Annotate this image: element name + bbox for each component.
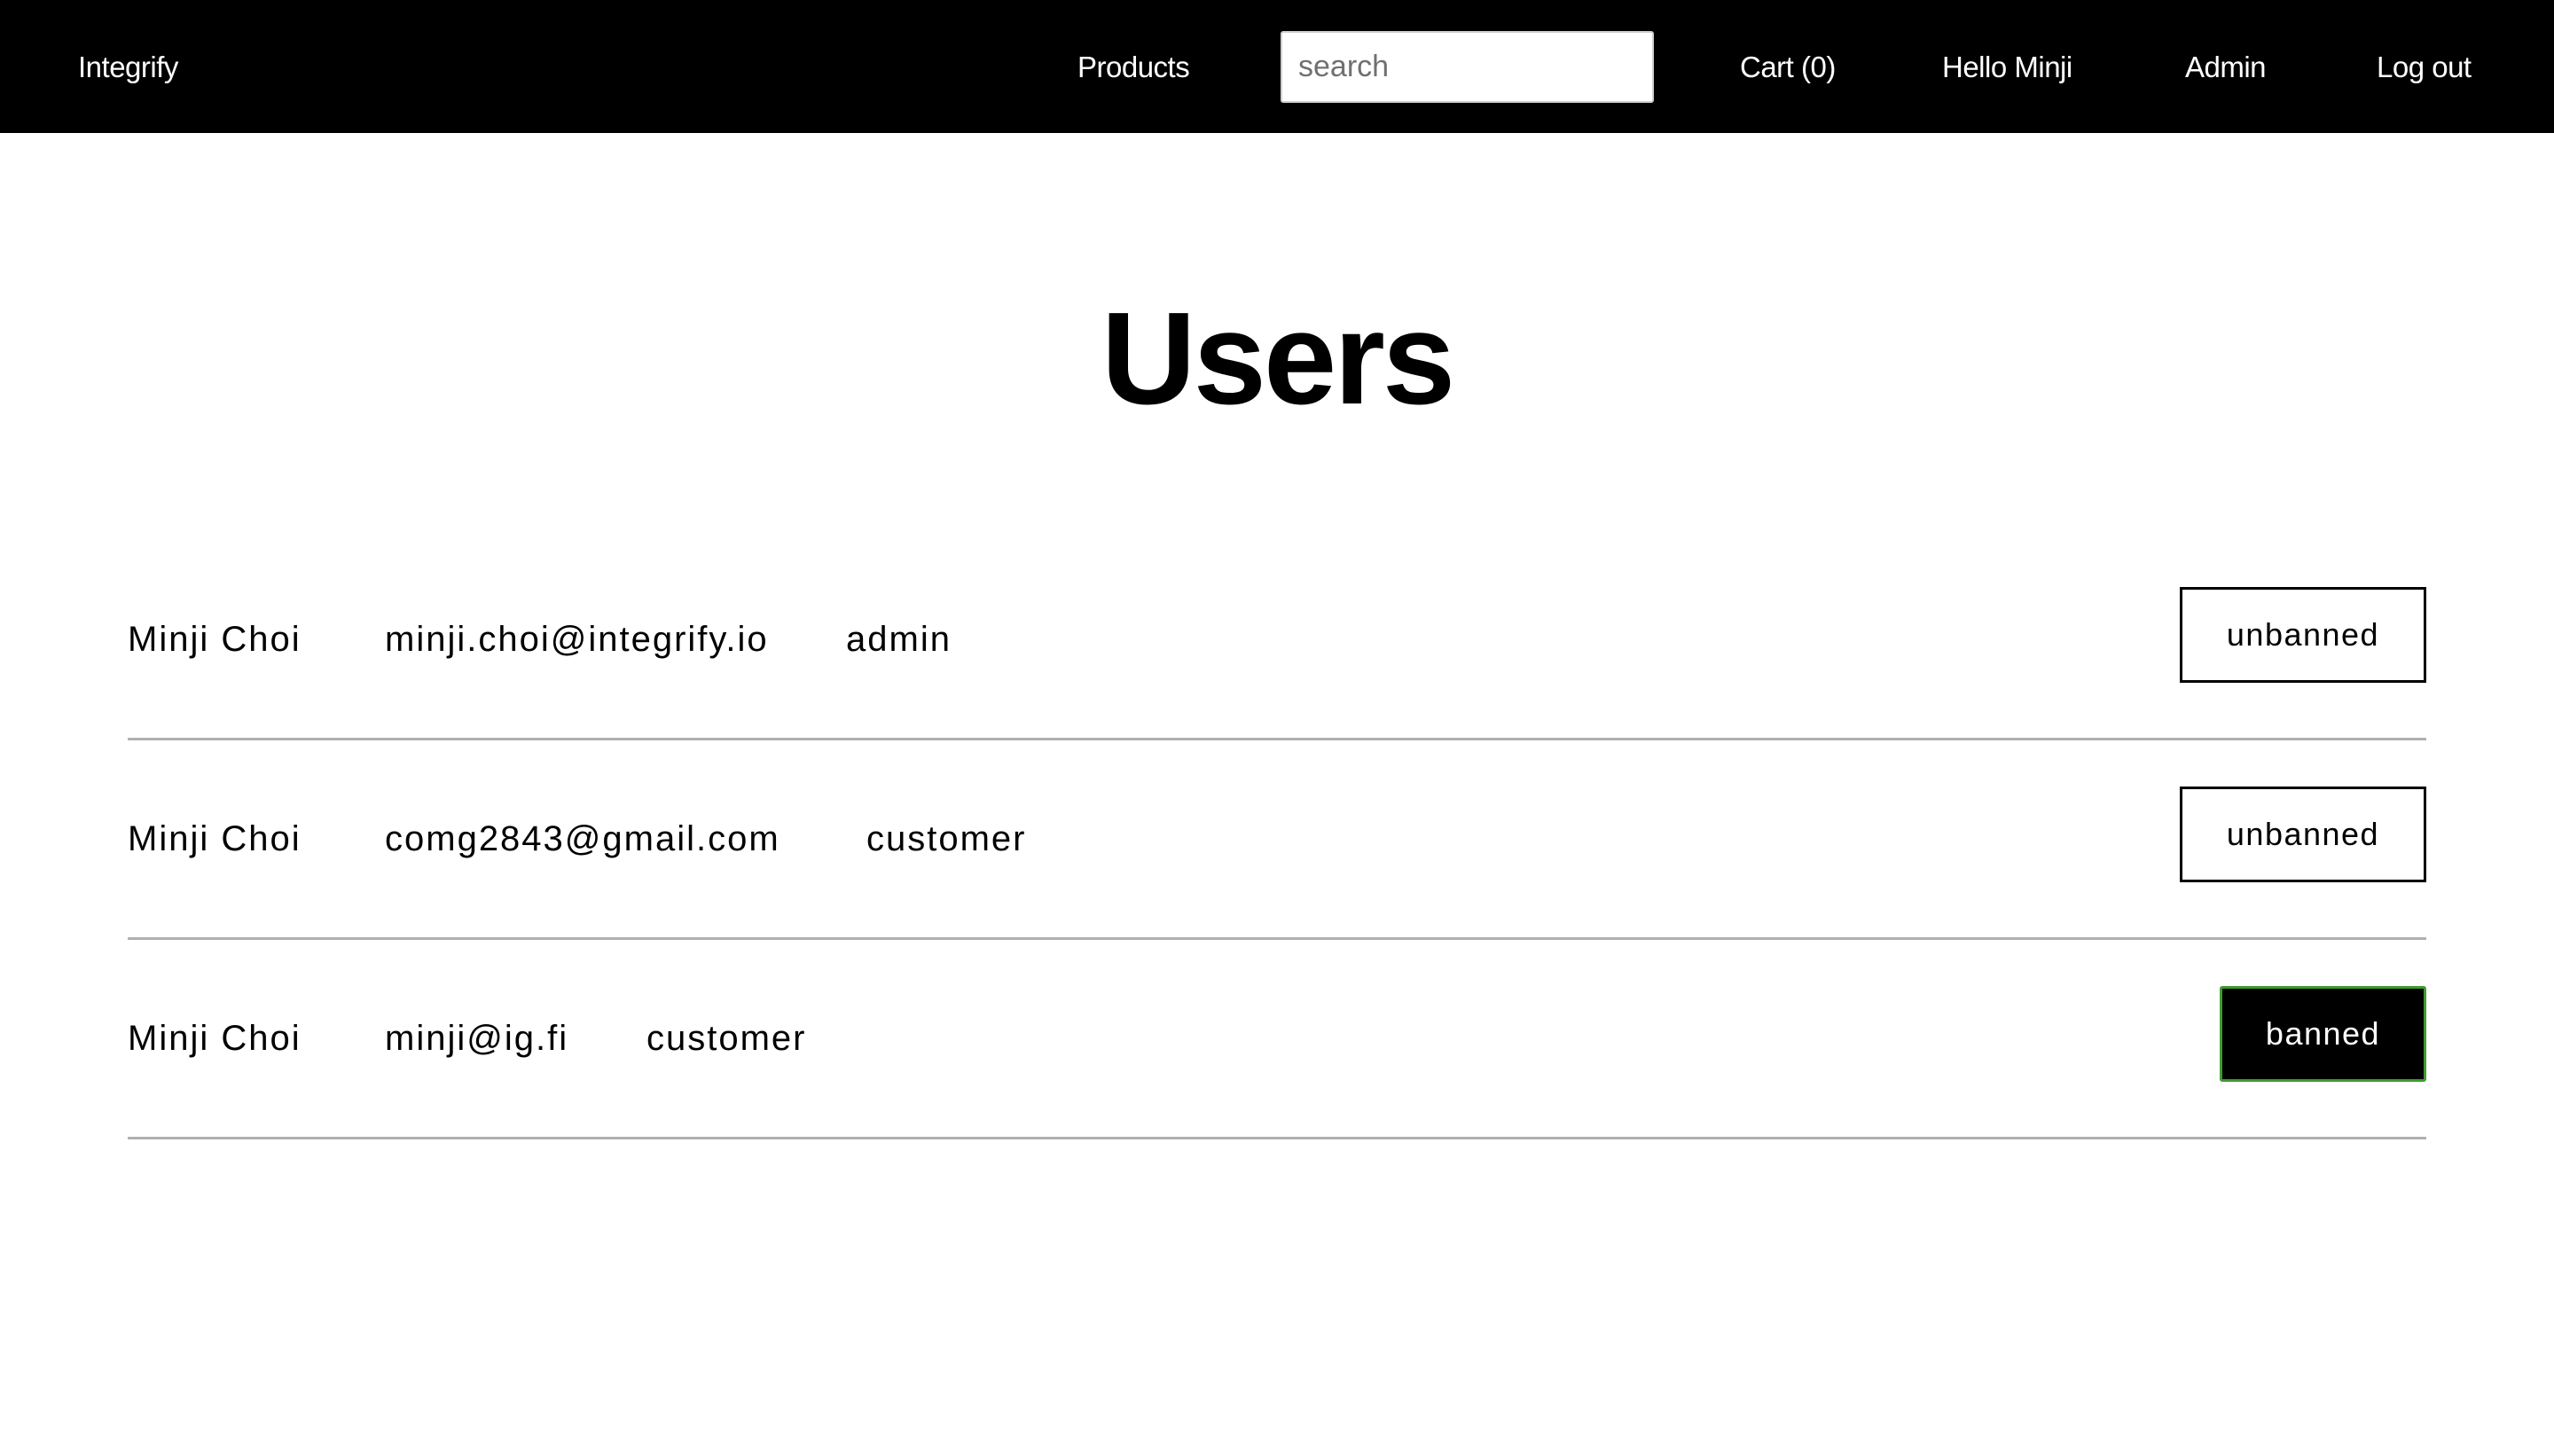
ban-toggle-button[interactable]: unbanned: [2180, 787, 2426, 882]
nav-user-greeting[interactable]: Hello Minji: [1942, 50, 2072, 85]
nav-admin-link[interactable]: Admin: [2185, 50, 2267, 85]
user-role: admin: [846, 620, 952, 659]
user-role: customer: [646, 1019, 807, 1058]
nav-logout-link[interactable]: Log out: [2377, 50, 2472, 85]
user-name: Minji Choi: [128, 1019, 302, 1058]
user-row: Minji Choi minji@ig.fi customer banned: [128, 940, 2426, 1139]
nav-cart-link[interactable]: Cart (0): [1740, 50, 1836, 85]
brand-logo[interactable]: Integrify: [78, 50, 178, 85]
user-role: customer: [866, 819, 1027, 858]
user-row: Minji Choi comg2843@gmail.com customer u…: [128, 740, 2426, 940]
ban-toggle-button[interactable]: banned: [2220, 986, 2426, 1082]
user-email: comg2843@gmail.com: [385, 819, 780, 858]
user-list: Minji Choi minji.choi@integrify.io admin…: [128, 541, 2426, 1139]
search-input[interactable]: [1281, 31, 1654, 103]
user-email: minji@ig.fi: [385, 1019, 569, 1058]
user-row: Minji Choi minji.choi@integrify.io admin…: [128, 541, 2426, 740]
top-navbar: Integrify Products Cart (0) Hello Minji …: [0, 0, 2554, 133]
user-name: Minji Choi: [128, 819, 302, 858]
nav-products-link[interactable]: Products: [1077, 50, 1190, 85]
user-name: Minji Choi: [128, 620, 302, 659]
page-title: Users: [1101, 286, 1455, 432]
user-email: minji.choi@integrify.io: [385, 620, 769, 659]
ban-toggle-button[interactable]: unbanned: [2180, 587, 2426, 683]
